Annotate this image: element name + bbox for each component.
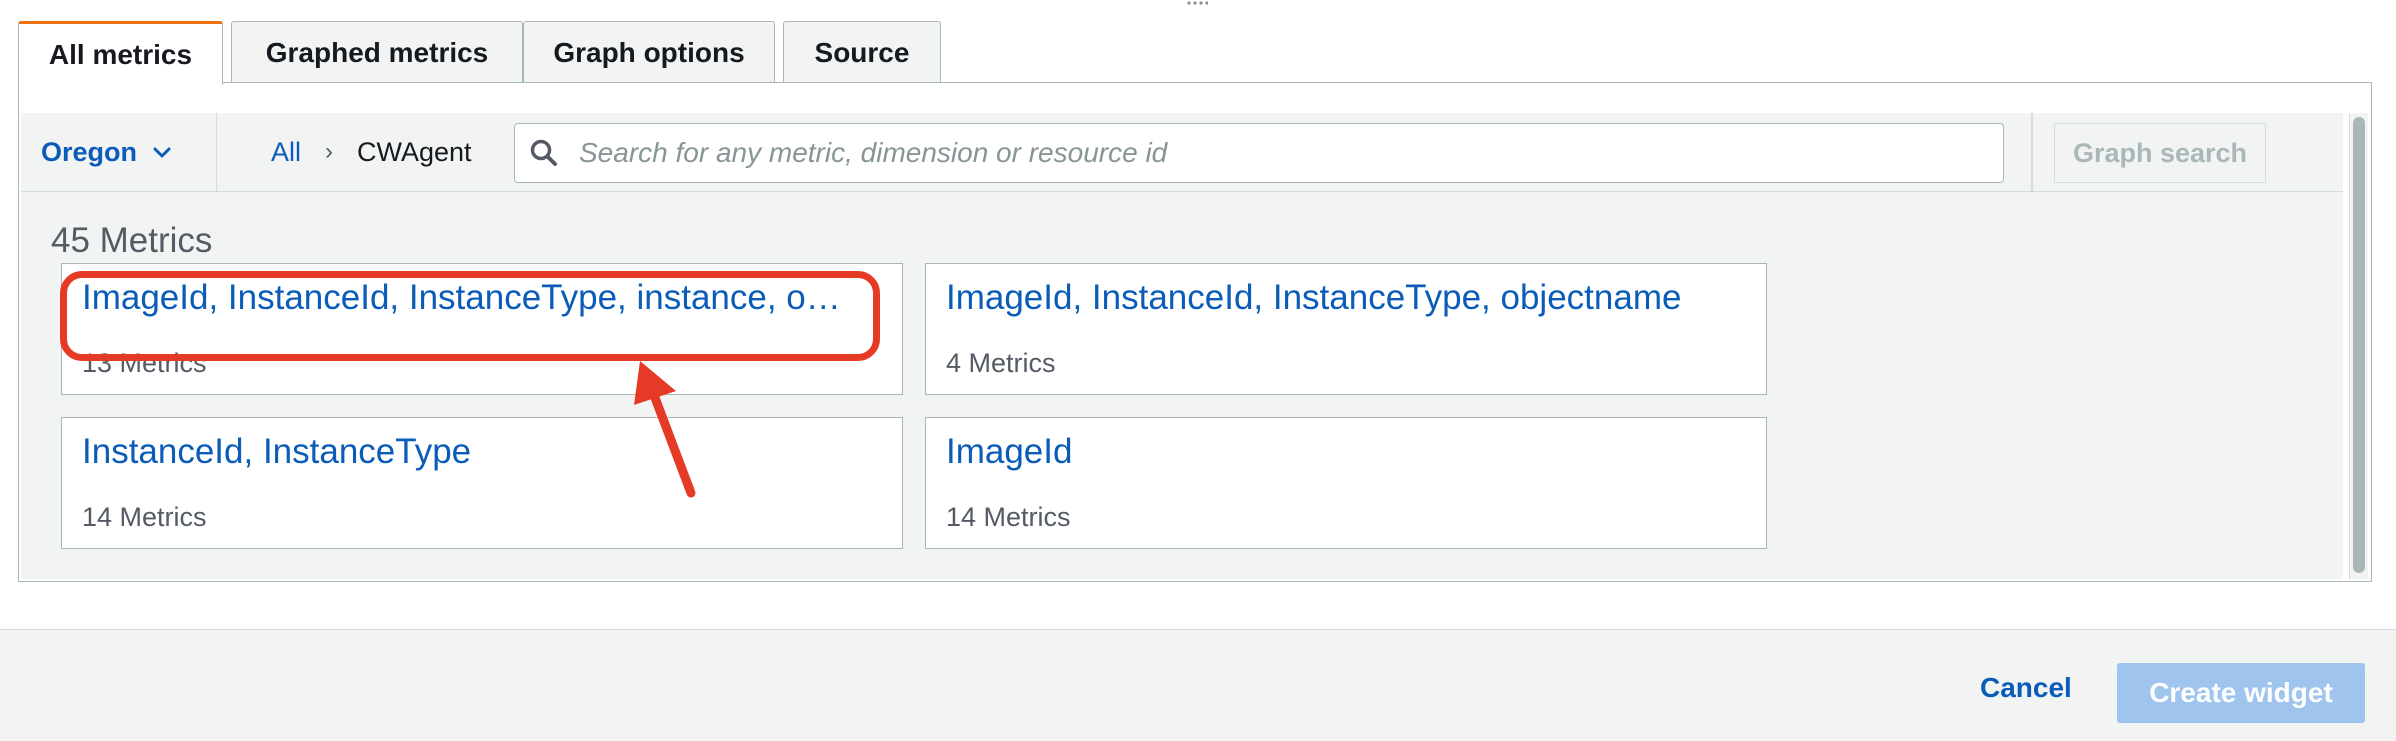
card-metric-count: 14 Metrics bbox=[82, 502, 207, 532]
toolbar-divider bbox=[2031, 113, 2033, 191]
tab-graphed-metrics[interactable]: Graphed metrics bbox=[231, 21, 523, 83]
metrics-toolbar: Oregon All › CWAgent Graph search bbox=[21, 113, 2343, 192]
card-title-link[interactable]: ImageId bbox=[946, 432, 1746, 472]
region-label: Oregon bbox=[41, 136, 138, 167]
dialog-footer: Cancel Create widget bbox=[0, 629, 2396, 741]
tab-source[interactable]: Source bbox=[783, 21, 941, 83]
metrics-count: 45 Metrics bbox=[51, 221, 213, 260]
create-widget-button[interactable]: Create widget bbox=[2117, 663, 2365, 723]
search-input[interactable] bbox=[577, 136, 1981, 170]
chevron-down-icon bbox=[153, 147, 171, 158]
breadcrumb-current: CWAgent bbox=[357, 136, 472, 167]
breadcrumb: All › CWAgent bbox=[271, 113, 472, 191]
card-title-link[interactable]: ImageId, InstanceId, InstanceType, objec… bbox=[946, 278, 1746, 318]
graph-search-button[interactable]: Graph search bbox=[2054, 123, 2266, 183]
scrollbar-thumb[interactable] bbox=[2353, 117, 2365, 573]
region-selector[interactable]: Oregon bbox=[21, 113, 217, 191]
vertical-scrollbar[interactable] bbox=[2349, 113, 2368, 579]
metric-namespace-card[interactable]: InstanceId, InstanceType 14 Metrics bbox=[61, 417, 903, 549]
metric-namespace-card[interactable]: ImageId, InstanceId, InstanceType, objec… bbox=[925, 263, 1767, 395]
card-title-link[interactable]: InstanceId, InstanceType bbox=[82, 432, 882, 472]
metric-namespace-card[interactable]: ImageId 14 Metrics bbox=[925, 417, 1767, 549]
breadcrumb-all[interactable]: All bbox=[271, 137, 301, 168]
card-metric-count: 4 Metrics bbox=[946, 348, 1056, 378]
breadcrumb-separator: › bbox=[325, 138, 334, 165]
metric-search bbox=[514, 123, 2004, 183]
tab-all-metrics[interactable]: All metrics bbox=[18, 21, 223, 85]
tab-graph-options[interactable]: Graph options bbox=[523, 21, 775, 83]
drag-handle[interactable] bbox=[1186, 0, 1208, 6]
search-icon bbox=[530, 139, 557, 166]
annotation-highlight-box bbox=[60, 271, 880, 361]
card-metric-count: 14 Metrics bbox=[946, 502, 1071, 532]
cancel-button[interactable]: Cancel bbox=[1980, 658, 2072, 718]
red-arrow-icon bbox=[634, 361, 696, 498]
